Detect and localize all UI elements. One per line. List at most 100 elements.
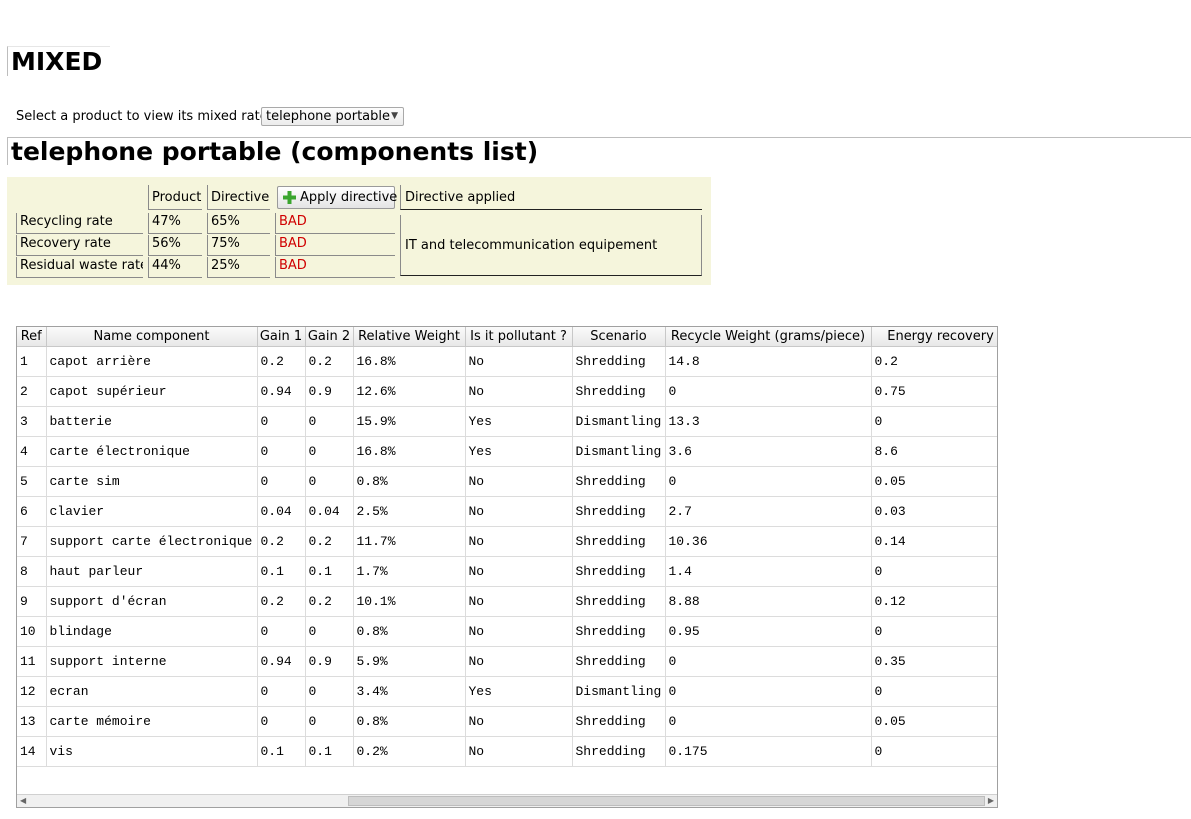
cell-pollutant[interactable]: No xyxy=(465,526,573,557)
cell-ref[interactable]: 5 xyxy=(17,466,47,497)
cell-gain2[interactable]: 0 xyxy=(305,616,354,647)
cell-gain2[interactable]: 0.9 xyxy=(305,376,354,407)
cell-recycle-weight[interactable]: 13.3 xyxy=(665,406,872,437)
cell-gain2[interactable]: 0.1 xyxy=(305,736,354,767)
cell-relative-weight[interactable]: 3.4% xyxy=(353,676,466,707)
cell-gain2[interactable]: 0 xyxy=(305,466,354,497)
cell-pollutant[interactable]: No xyxy=(465,646,573,677)
cell-name[interactable]: ecran xyxy=(46,676,258,707)
cell-name[interactable]: support d'écran xyxy=(46,586,258,617)
cell-gain1[interactable]: 0.1 xyxy=(257,556,306,587)
cell-name[interactable]: vis xyxy=(46,736,258,767)
cell-scenario[interactable]: Shredding xyxy=(572,736,666,767)
cell-recycle-weight[interactable]: 0 xyxy=(665,376,872,407)
cell-name[interactable]: support interne xyxy=(46,646,258,677)
cell-scenario[interactable]: Dismantling xyxy=(572,436,666,467)
cell-scenario[interactable]: Shredding xyxy=(572,556,666,587)
cell-gain2[interactable]: 0.04 xyxy=(305,496,354,527)
cell-ref[interactable]: 8 xyxy=(17,556,47,587)
cell-energy-recovery[interactable]: 0 xyxy=(871,616,997,647)
cell-relative-weight[interactable]: 2.5% xyxy=(353,496,466,527)
cell-recycle-weight[interactable]: 0.175 xyxy=(665,736,872,767)
table-row[interactable]: 4 carte électronique 0 0 16.8% Yes Dismantling… xyxy=(17,436,997,467)
table-row[interactable]: 12 ecran 0 0 3.4% Yes Dismantling 0 0 xyxy=(17,676,997,707)
cell-gain2[interactable]: 0.9 xyxy=(305,646,354,677)
cell-scenario[interactable]: Shredding xyxy=(572,526,666,557)
cell-relative-weight[interactable]: 0.8% xyxy=(353,706,466,737)
cell-gain1[interactable]: 0 xyxy=(257,676,306,707)
cell-relative-weight[interactable]: 0.8% xyxy=(353,616,466,647)
cell-name[interactable]: blindage xyxy=(46,616,258,647)
arrow-left-icon[interactable]: ◀ xyxy=(20,795,26,807)
cell-name[interactable]: carte mémoire xyxy=(46,706,258,737)
cell-pollutant[interactable]: No xyxy=(465,586,573,617)
cell-recycle-weight[interactable]: 1.4 xyxy=(665,556,872,587)
cell-name[interactable]: capot supérieur xyxy=(46,376,258,407)
cell-gain1[interactable]: 0 xyxy=(257,436,306,467)
cell-ref[interactable]: 7 xyxy=(17,526,47,557)
table-row[interactable]: 8 haut parleur 0.1 0.1 1.7% No Shredding 1.4 0 xyxy=(17,556,997,587)
col-header-ref[interactable]: Ref xyxy=(17,327,47,347)
cell-ref[interactable]: 14 xyxy=(17,736,47,767)
cell-pollutant[interactable]: No xyxy=(465,706,573,737)
table-row[interactable]: 14 vis 0.1 0.1 0.2% No Shredding 0.175 0 xyxy=(17,736,997,767)
scrollbar-thumb[interactable] xyxy=(348,796,985,806)
cell-relative-weight[interactable]: 5.9% xyxy=(353,646,466,677)
cell-name[interactable]: carte sim xyxy=(46,466,258,497)
table-row[interactable]: 5 carte sim 0 0 0.8% No Shredding 0 0.05 xyxy=(17,466,997,497)
cell-gain2[interactable]: 0 xyxy=(305,676,354,707)
cell-gain2[interactable]: 0 xyxy=(305,436,354,467)
cell-gain2[interactable]: 0 xyxy=(305,406,354,437)
cell-ref[interactable]: 2 xyxy=(17,376,47,407)
cell-name[interactable]: haut parleur xyxy=(46,556,258,587)
cell-scenario[interactable]: Dismantling xyxy=(572,406,666,437)
cell-name[interactable]: capot arrière xyxy=(46,346,258,377)
cell-recycle-weight[interactable]: 0 xyxy=(665,706,872,737)
cell-recycle-weight[interactable]: 2.7 xyxy=(665,496,872,527)
cell-gain1[interactable]: 0.04 xyxy=(257,496,306,527)
cell-ref[interactable]: 11 xyxy=(17,646,47,677)
cell-energy-recovery[interactable]: 0.14 xyxy=(871,526,997,557)
table-row[interactable]: 13 carte mémoire 0 0 0.8% No Shredding 0 0.05 xyxy=(17,706,997,737)
cell-energy-recovery[interactable]: 0.12 xyxy=(871,586,997,617)
col-header-recycle-weight[interactable]: Recycle Weight (grams/piece) xyxy=(665,327,872,347)
table-row[interactable]: 11 support interne 0.94 0.9 5.9% No Shredding 0… xyxy=(17,646,997,677)
cell-scenario[interactable]: Shredding xyxy=(572,376,666,407)
cell-pollutant[interactable]: No xyxy=(465,616,573,647)
cell-name[interactable]: support carte électronique xyxy=(46,526,258,557)
cell-gain2[interactable]: 0.2 xyxy=(305,346,354,377)
cell-recycle-weight[interactable]: 0 xyxy=(665,646,872,677)
product-select[interactable]: telephone portable ▼ xyxy=(261,107,404,126)
cell-scenario[interactable]: Shredding xyxy=(572,616,666,647)
col-header-relative-weight[interactable]: Relative Weight xyxy=(353,327,466,347)
cell-gain1[interactable]: 0.2 xyxy=(257,526,306,557)
cell-relative-weight[interactable]: 0.2% xyxy=(353,736,466,767)
cell-ref[interactable]: 9 xyxy=(17,586,47,617)
cell-relative-weight[interactable]: 16.8% xyxy=(353,436,466,467)
cell-ref[interactable]: 6 xyxy=(17,496,47,527)
table-row[interactable]: 3 batterie 0 0 15.9% Yes Dismantling 13.3 0 xyxy=(17,406,997,437)
cell-pollutant[interactable]: No xyxy=(465,466,573,497)
cell-energy-recovery[interactable]: 0.75 xyxy=(871,376,997,407)
table-row[interactable]: 9 support d'écran 0.2 0.2 10.1% No Shredding 8.… xyxy=(17,586,997,617)
cell-pollutant[interactable]: Yes xyxy=(465,406,573,437)
col-header-pollutant[interactable]: Is it pollutant ? xyxy=(465,327,573,347)
components-table[interactable]: Ref Name component Gain 1 Gain 2 Relativ… xyxy=(16,326,998,808)
cell-recycle-weight[interactable]: 0 xyxy=(665,466,872,497)
cell-ref[interactable]: 3 xyxy=(17,406,47,437)
cell-ref[interactable]: 1 xyxy=(17,346,47,377)
cell-name[interactable]: batterie xyxy=(46,406,258,437)
cell-energy-recovery[interactable]: 0.35 xyxy=(871,646,997,677)
apply-directive-button[interactable]: Apply directive xyxy=(277,186,397,209)
cell-relative-weight[interactable]: 10.1% xyxy=(353,586,466,617)
cell-recycle-weight[interactable]: 14.8 xyxy=(665,346,872,377)
arrow-right-icon[interactable]: ▶ xyxy=(988,795,994,807)
cell-scenario[interactable]: Shredding xyxy=(572,466,666,497)
col-header-gain1[interactable]: Gain 1 xyxy=(257,327,306,347)
cell-gain1[interactable]: 0.1 xyxy=(257,736,306,767)
cell-scenario[interactable]: Shredding xyxy=(572,646,666,677)
cell-energy-recovery[interactable]: 0 xyxy=(871,676,997,707)
cell-energy-recovery[interactable]: 0.05 xyxy=(871,466,997,497)
cell-relative-weight[interactable]: 15.9% xyxy=(353,406,466,437)
cell-gain1[interactable]: 0.94 xyxy=(257,376,306,407)
